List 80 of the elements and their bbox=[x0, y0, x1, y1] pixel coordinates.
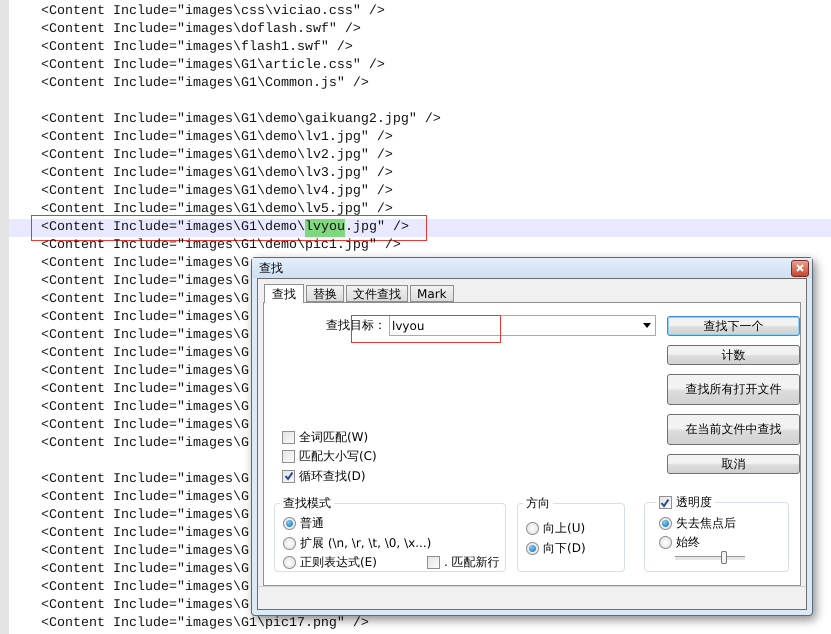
checkbox[interactable] bbox=[658, 496, 672, 510]
code-line: <Content Include="images\G bbox=[41, 399, 249, 417]
radio-button[interactable] bbox=[283, 517, 296, 530]
code-line: <Content Include="images\G bbox=[41, 273, 249, 291]
code-line: <Content Include="images\G bbox=[41, 471, 249, 489]
tab[interactable]: 查找 bbox=[264, 284, 304, 303]
radio-button[interactable] bbox=[658, 536, 672, 550]
radio-button[interactable] bbox=[526, 542, 540, 555]
code-line: <Content Include="images\G1\pic17.png" /> bbox=[41, 615, 369, 633]
window-title: 查找 bbox=[259, 260, 283, 276]
code-line: <Content Include="images\G bbox=[41, 309, 249, 327]
slider-track[interactable] bbox=[674, 551, 745, 564]
checkbox-label: 匹配大小写(C) bbox=[299, 448, 377, 466]
dialog-button[interactable]: 查找下一个 bbox=[667, 316, 800, 336]
checkmark-icon bbox=[284, 471, 294, 482]
code-line: <Content Include="images\G bbox=[41, 327, 249, 345]
code-line: <Content Include="images\G bbox=[41, 345, 249, 363]
slider-thumb[interactable] bbox=[720, 551, 727, 564]
code-line: <Content Include="images\G bbox=[41, 435, 249, 453]
tab[interactable]: 替换 bbox=[306, 285, 344, 302]
radio-label: 向下(D) bbox=[543, 540, 586, 557]
search-match: lvyou bbox=[304, 219, 345, 237]
code-text: .jpg" /> bbox=[344, 219, 409, 237]
tab[interactable]: 文件查找 bbox=[346, 285, 408, 302]
code-line: <Content Include="images\G bbox=[41, 561, 249, 579]
code-line: <Content Include="images\G bbox=[41, 417, 249, 435]
code-line: <Content Include="images\G1\demo\lv2.jpg" /> bbox=[41, 147, 393, 165]
radio-label: 向上(U) bbox=[543, 520, 586, 538]
code-line: <Content Include="images\G bbox=[41, 489, 249, 507]
code-line: <Content Include="images\G bbox=[41, 381, 249, 399]
code-line: <Content Include="images\G bbox=[41, 579, 249, 597]
code-line: <Content Include="images\G1\Common.js" /> bbox=[41, 75, 369, 93]
caret-icon[interactable] bbox=[643, 323, 651, 328]
close-button[interactable] bbox=[791, 260, 809, 276]
code-line: <Content Include="images\G bbox=[41, 525, 249, 543]
radio-label: 失去焦点后 bbox=[676, 514, 736, 532]
code-line: <Content Include="images\G1\demo\lv1.jpg" /> bbox=[41, 129, 393, 147]
code-line: <Content Include="images\G1\demo\lv5.jpg" /> bbox=[41, 201, 393, 219]
code-line: <Content Include="images\G bbox=[41, 597, 249, 615]
checkbox[interactable] bbox=[282, 450, 295, 464]
code-line: <Content Include="images\G bbox=[41, 291, 249, 309]
radio-button[interactable] bbox=[283, 556, 296, 570]
dialog-button[interactable]: 取消 bbox=[667, 454, 800, 474]
dialog-button[interactable]: 在当前文件中查找 bbox=[667, 414, 800, 445]
code-line: <Content Include="images\G1\demo\lv4.jpg" /> bbox=[41, 183, 393, 201]
code-line: <Content Include="images\G1\demo\gaikuang2.jpg" /> bbox=[41, 111, 441, 129]
checkbox[interactable] bbox=[426, 556, 440, 570]
checkbox-label: 全词匹配(W) bbox=[299, 428, 368, 446]
radio-label: 扩展 (\n, \r, \t, \0, \x...) bbox=[300, 534, 432, 552]
search-field[interactable]: lvyou bbox=[392, 317, 643, 334]
code-line: <Content Include="images\flash1.swf" /> bbox=[41, 39, 353, 57]
combo-box[interactable]: lvyou bbox=[389, 315, 656, 336]
code-line: <Content Include="images\css\viciao.css" /> bbox=[41, 3, 385, 21]
checkbox-label: . 匹配新行 bbox=[444, 554, 500, 572]
checkbox-label: 循环查找(D) bbox=[299, 468, 366, 485]
checkbox-label: 透明度 bbox=[676, 494, 712, 512]
checkbox[interactable] bbox=[282, 470, 295, 483]
tab[interactable]: Mark bbox=[410, 285, 454, 302]
code-line: <Content Include="images\G bbox=[41, 255, 249, 273]
checkbox[interactable] bbox=[282, 430, 295, 444]
code-line: <Content Include="images\G bbox=[41, 543, 249, 561]
code-line: <Content Include="images\G1\demo\pic1.jpg" /> bbox=[41, 237, 401, 255]
radio-label: 正则表达式(E) bbox=[300, 554, 377, 572]
code-line: <Content Include="images\G bbox=[41, 363, 249, 381]
dialog-button[interactable]: 计数 bbox=[667, 345, 800, 365]
radio-label: 普通 bbox=[300, 515, 324, 532]
radio-button[interactable] bbox=[526, 522, 540, 536]
radio-button[interactable] bbox=[658, 516, 672, 530]
group-title: 查找模式 bbox=[282, 494, 332, 512]
radio-label: 始终 bbox=[676, 534, 700, 552]
code-line: <Content Include="images\doflash.swf" /> bbox=[41, 21, 361, 39]
code-line: <Content Include="images\G1\article.css" /> bbox=[41, 57, 385, 75]
radio-button[interactable] bbox=[283, 536, 296, 550]
code-text: <Content Include="images\G1\demo\ bbox=[41, 219, 305, 237]
code-line: <Content Include="images\G1\demo\lv3.jpg" /> bbox=[41, 165, 393, 183]
dialog-button[interactable]: 查找所有打开文件 bbox=[667, 374, 800, 405]
close-icon bbox=[796, 264, 804, 272]
code-line: <Content Include="images\G bbox=[41, 507, 249, 525]
group-title: 方向 bbox=[525, 494, 552, 512]
checkmark-icon bbox=[660, 498, 670, 508]
